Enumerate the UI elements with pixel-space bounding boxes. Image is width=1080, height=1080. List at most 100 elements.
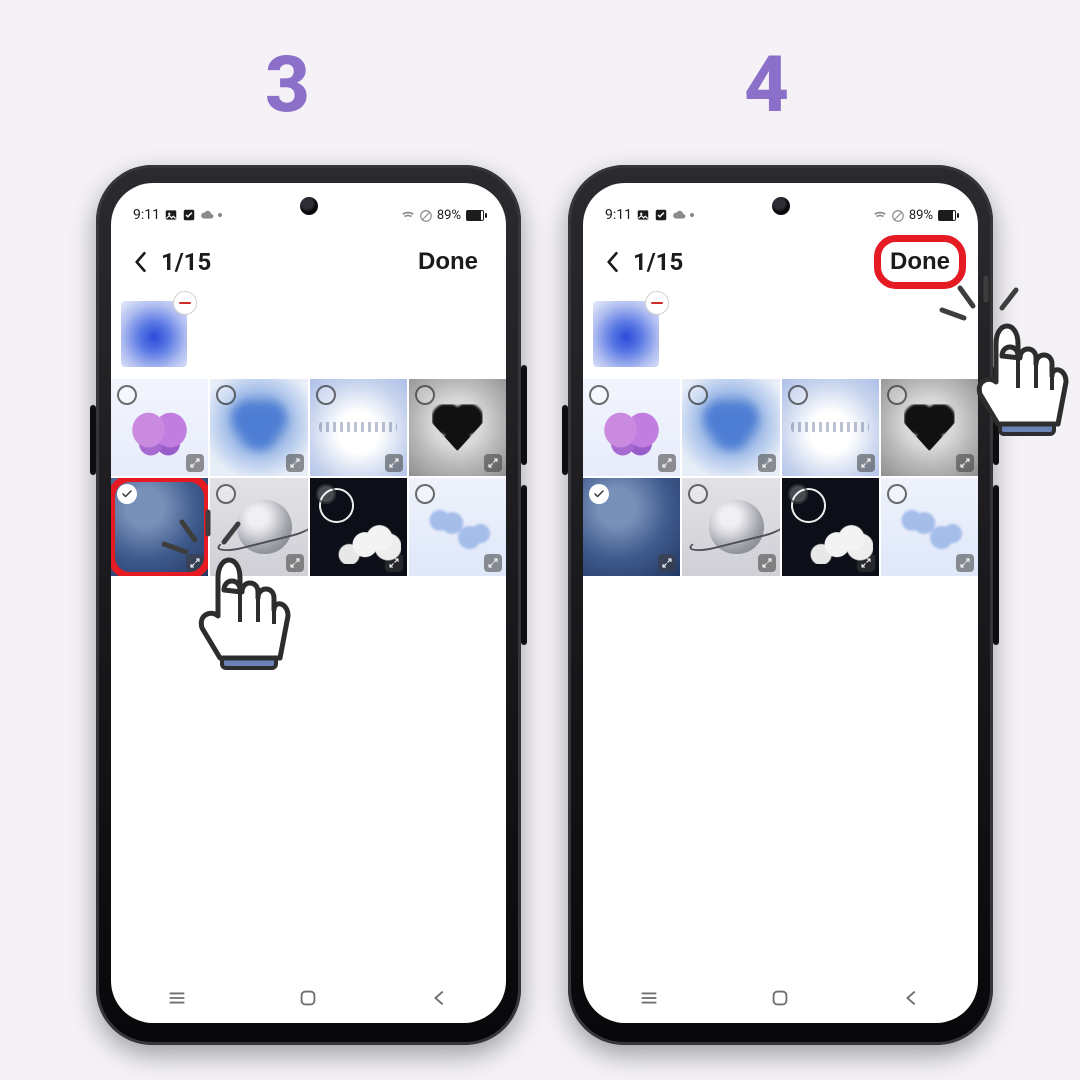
expand-icon[interactable] [857,454,875,472]
status-dot-icon [218,213,222,217]
expand-icon[interactable] [186,554,204,572]
phone-screen: 9:11 89% 1/15 Done [583,183,978,1023]
back-button[interactable] [605,251,619,273]
phone-side-button-icon [90,405,96,475]
phone-mockup-step-4: 9:11 89% 1/15 Done [568,165,993,1045]
expand-icon[interactable] [385,554,403,572]
wallpaper-tile-text-haze[interactable] [310,379,407,476]
wallpaper-tile-planet[interactable] [210,478,307,575]
image-icon [164,208,178,222]
wifi-icon [873,209,887,223]
wifi-icon [401,209,415,223]
minus-icon [651,302,663,305]
select-indicator-icon [316,385,336,405]
select-indicator-checked-icon [589,484,609,504]
status-right: 89% [401,208,484,223]
battery-percent: 89% [437,208,461,223]
nav-home-button[interactable] [297,987,319,1009]
expand-icon[interactable] [484,454,502,472]
selection-counter: 1/15 [633,248,683,276]
expand-icon[interactable] [758,554,776,572]
wallpaper-tile-night-clouds[interactable] [782,478,879,575]
expand-icon[interactable] [484,554,502,572]
step-number-3: 3 [265,40,312,131]
done-button[interactable]: Done [412,243,484,281]
status-dot-icon [690,213,694,217]
wallpaper-tile-text-haze[interactable] [782,379,879,476]
android-nav-bar [111,973,506,1023]
select-indicator-icon [117,385,137,405]
select-indicator-icon [887,484,907,504]
minus-icon [179,302,191,305]
expand-icon[interactable] [658,454,676,472]
status-time: 9:11 [133,207,160,223]
expand-icon[interactable] [758,454,776,472]
remove-selected-button[interactable] [645,291,669,315]
phone-side-button-icon [562,405,568,475]
phone-screen: 9:11 89% 1/15 Done [111,183,506,1023]
done-button-label: Done [890,248,950,275]
status-time: 9:11 [605,207,632,223]
nav-home-button[interactable] [769,987,791,1009]
phone-mockup-step-3: 9:11 89% 1/15 Done [96,165,521,1045]
battery-icon [938,210,956,221]
nav-back-button[interactable] [901,987,923,1009]
checkbox-icon [182,208,196,222]
android-nav-bar [583,973,978,1023]
no-signal-icon [891,209,905,223]
wallpaper-grid [111,379,506,576]
back-button[interactable] [133,251,147,273]
done-button[interactable]: Done [884,243,956,281]
remove-selected-button[interactable] [173,291,197,315]
selected-strip [583,299,978,379]
expand-icon[interactable] [385,454,403,472]
selected-strip [111,299,506,379]
select-indicator-icon [887,385,907,405]
expand-icon[interactable] [286,554,304,572]
no-signal-icon [419,209,433,223]
expand-icon[interactable] [956,554,974,572]
selected-thumbnail[interactable] [593,301,659,367]
wallpaper-tile-sky-clouds[interactable] [409,478,506,575]
checkbox-icon [654,208,668,222]
select-indicator-icon [316,484,336,504]
select-indicator-icon [216,385,236,405]
selection-counter: 1/15 [161,248,211,276]
wallpaper-tile-sky-clouds[interactable] [881,478,978,575]
expand-icon[interactable] [186,454,204,472]
status-left: 9:11 [133,207,222,223]
cloud-icon [672,208,686,222]
app-header: 1/15 Done [583,225,978,299]
expand-icon[interactable] [857,554,875,572]
select-indicator-icon [688,385,708,405]
camera-cutout-icon [772,197,790,215]
select-indicator-icon [589,385,609,405]
wallpaper-tile-planet[interactable] [682,478,779,575]
select-indicator-icon [216,484,236,504]
wallpaper-tile-dark-heart[interactable] [409,379,506,476]
wallpaper-tile-navy-blur[interactable] [111,478,208,575]
wallpaper-tile-dark-heart[interactable] [881,379,978,476]
wallpaper-tile-heart-blur[interactable] [210,379,307,476]
camera-cutout-icon [300,197,318,215]
nav-recents-button[interactable] [166,987,188,1009]
step-number-4: 4 [744,40,791,131]
nav-back-button[interactable] [429,987,451,1009]
wallpaper-tile-night-clouds[interactable] [310,478,407,575]
expand-icon[interactable] [286,454,304,472]
battery-icon [466,210,484,221]
status-left: 9:11 [605,207,694,223]
select-indicator-icon [788,484,808,504]
expand-icon[interactable] [658,554,676,572]
cloud-icon [200,208,214,222]
wallpaper-tile-butterfly[interactable] [111,379,208,476]
selected-thumbnail[interactable] [121,301,187,367]
select-indicator-icon [688,484,708,504]
wallpaper-tile-heart-blur[interactable] [682,379,779,476]
select-indicator-icon [415,385,435,405]
expand-icon[interactable] [956,454,974,472]
nav-recents-button[interactable] [638,987,660,1009]
select-indicator-icon [788,385,808,405]
wallpaper-tile-navy-blur[interactable] [583,478,680,575]
wallpaper-tile-butterfly[interactable] [583,379,680,476]
